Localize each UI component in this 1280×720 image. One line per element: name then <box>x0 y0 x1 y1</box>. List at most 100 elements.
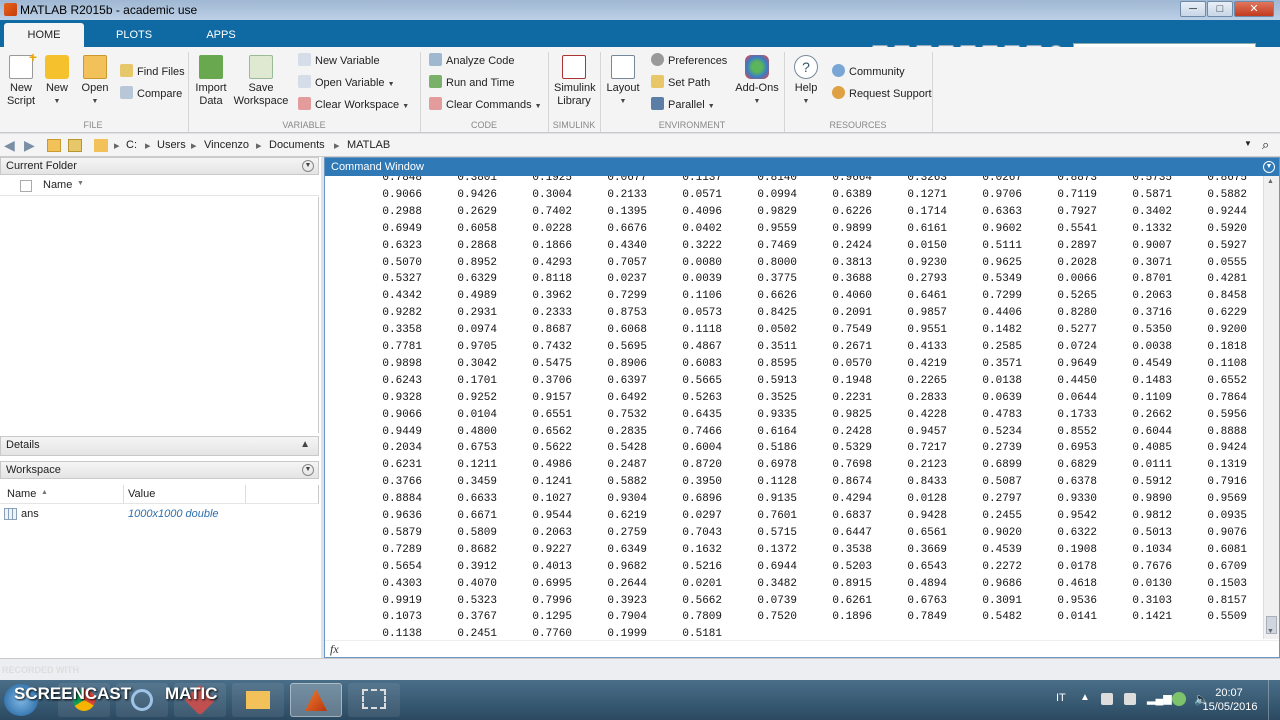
matrix-value: 0.1319 <box>1207 459 1247 472</box>
chevron-down-icon[interactable]: ▼ <box>1244 139 1252 148</box>
tab-apps[interactable]: APPS <box>186 23 256 47</box>
new-variable-button[interactable]: New Variable <box>298 52 380 70</box>
matlab-taskbar-item[interactable] <box>290 683 342 717</box>
close-button[interactable]: ✕ <box>1234 1 1274 17</box>
clear-commands-button[interactable]: Clear Commands ▼ <box>429 96 542 114</box>
matrix-value: 0.6363 <box>982 205 1022 218</box>
up-folder-icon[interactable] <box>47 139 61 152</box>
simulink-library-button[interactable]: Simulink Library <box>554 55 596 108</box>
chevron-down-icon: ▼ <box>387 81 395 88</box>
column-name[interactable]: Name <box>43 179 72 191</box>
collapse-icon[interactable]: ▲ <box>300 437 310 453</box>
matrix-value: 0.9428 <box>907 510 947 522</box>
clock-time[interactable]: 20:07 <box>1212 687 1246 699</box>
column-name[interactable]: Name <box>7 488 36 500</box>
help-button[interactable]: ? Help ▼ <box>790 55 822 108</box>
matrix-value: 0.4096 <box>682 205 722 218</box>
breadcrumb-users[interactable]: Users <box>157 139 186 151</box>
matrix-value: 0.2272 <box>982 560 1022 573</box>
add-ons-button[interactable]: Add-Ons ▼ <box>734 55 780 108</box>
back-icon[interactable]: ◀ <box>4 137 15 154</box>
scroll-down-icon[interactable]: ▼ <box>1267 628 1274 635</box>
tab-plots[interactable]: PLOTS <box>98 23 168 47</box>
clock-date[interactable]: 15/05/2016 <box>1200 701 1260 713</box>
breadcrumb-documents[interactable]: Documents <box>269 139 325 151</box>
parallel-button[interactable]: Parallel ▼ <box>651 96 715 114</box>
workspace-row[interactable]: ans 1000x1000 double <box>0 505 319 525</box>
maximize-button[interactable]: □ <box>1207 1 1233 17</box>
vertical-scrollbar[interactable]: ▲ ▼ <box>1263 176 1279 639</box>
tab-home[interactable]: HOME <box>4 23 84 47</box>
scroll-up-icon[interactable]: ▲ <box>1267 178 1274 185</box>
matrix-value: 0.8952 <box>457 256 497 269</box>
breadcrumb-vincenzo[interactable]: Vincenzo <box>204 139 249 151</box>
open-variable-icon <box>298 75 311 88</box>
forward-icon[interactable]: ▶ <box>24 137 35 154</box>
import-data-button[interactable]: Import Data <box>194 55 228 108</box>
matrix-value: 0.3222 <box>682 239 722 252</box>
open-button[interactable]: Open ▼ <box>80 55 110 108</box>
command-output[interactable]: 0.7848 0.3801 0.1925 0.0677 0.1137 0.8140 0.96… <box>325 176 1263 639</box>
matrix-value: 0.4281 <box>1207 273 1247 286</box>
command-window[interactable]: Command Window ▼ 0.7848 0.3801 0.1925 0.067… <box>324 157 1280 658</box>
panel-menu-icon[interactable]: ▼ <box>1263 161 1275 173</box>
request-support-button[interactable]: Request Support <box>832 85 932 103</box>
show-desktop-button[interactable] <box>1268 680 1280 720</box>
current-folder-list[interactable] <box>0 197 319 433</box>
matrix-value: 0.4303 <box>382 577 422 590</box>
show-hidden-icons-icon[interactable]: ▲ <box>1080 692 1090 703</box>
action-center-icon[interactable] <box>1124 693 1136 705</box>
set-path-button[interactable]: Set Path <box>651 74 710 92</box>
matrix-value: 0.6322 <box>1057 526 1097 539</box>
details-header[interactable]: Details ▲ <box>0 436 319 456</box>
matrix-value: 0.9252 <box>457 391 497 404</box>
matrix-value: 0.6626 <box>757 290 797 303</box>
breadcrumb-drive[interactable]: C: <box>126 139 137 151</box>
new-button[interactable]: New ▼ <box>42 55 72 108</box>
matrix-value: 0.5186 <box>757 442 797 455</box>
preferences-button[interactable]: Preferences <box>651 52 727 70</box>
matrix-value: 0.4060 <box>832 290 872 303</box>
matrix-value: 0.2644 <box>607 577 647 590</box>
language-indicator[interactable]: IT <box>1056 692 1066 704</box>
find-files-button[interactable]: Find Files <box>120 63 185 81</box>
community-button[interactable]: Community <box>832 63 905 81</box>
run-and-time-button[interactable]: Run and Time <box>429 74 514 92</box>
matrix-value: 0.5329 <box>832 442 872 455</box>
breadcrumb-matlab[interactable]: MATLAB <box>347 139 390 151</box>
analyze-code-button[interactable]: Analyze Code <box>429 52 515 70</box>
browse-folder-icon[interactable] <box>68 139 82 152</box>
matrix-value: 0.6896 <box>682 493 722 506</box>
matrix-value: 0.6676 <box>607 222 647 235</box>
snipping-taskbar-item[interactable] <box>348 683 400 717</box>
search-icon[interactable]: ⌕ <box>1262 137 1269 153</box>
matrix-value: 0.0573 <box>682 307 722 320</box>
command-prompt[interactable]: fx <box>325 640 1279 658</box>
function-browser-icon[interactable]: fx <box>330 642 339 657</box>
matrix-value: 0.5509 <box>1207 611 1247 624</box>
matrix-value: 0.9569 <box>1207 493 1247 506</box>
layout-button[interactable]: Layout ▼ <box>605 55 641 108</box>
explorer-taskbar-item[interactable] <box>232 683 284 717</box>
tray-status-icon[interactable] <box>1172 692 1186 706</box>
new-script-button[interactable]: + New Script <box>4 50 38 108</box>
tray-app-icon[interactable] <box>1101 693 1113 705</box>
clear-workspace-button[interactable]: Clear Workspace ▼ <box>298 96 409 114</box>
open-variable-button[interactable]: Open Variable ▼ <box>298 74 395 92</box>
matrix-value: 0.5323 <box>457 594 497 607</box>
matrix-value: 0.6219 <box>607 510 647 522</box>
network-icon[interactable]: ▂▄▆ <box>1147 692 1172 705</box>
matrix-value: 0.9825 <box>832 408 872 421</box>
matrix-value: 0.4539 <box>982 543 1022 556</box>
save-workspace-button[interactable]: Save Workspace <box>232 55 290 108</box>
matrix-value: 0.5920 <box>1207 222 1247 235</box>
matrix-value: 0.6435 <box>682 408 722 421</box>
matrix-value: 0.1733 <box>1057 408 1097 421</box>
minimize-button[interactable]: ─ <box>1180 1 1206 17</box>
panel-menu-icon[interactable]: ▼ <box>302 464 314 476</box>
matrix-value: 0.8674 <box>832 476 872 489</box>
compare-button[interactable]: Compare <box>120 85 182 103</box>
panel-menu-icon[interactable]: ▼ <box>302 160 314 172</box>
matrix-value: 0.7469 <box>757 239 797 252</box>
column-value[interactable]: Value <box>128 488 155 500</box>
